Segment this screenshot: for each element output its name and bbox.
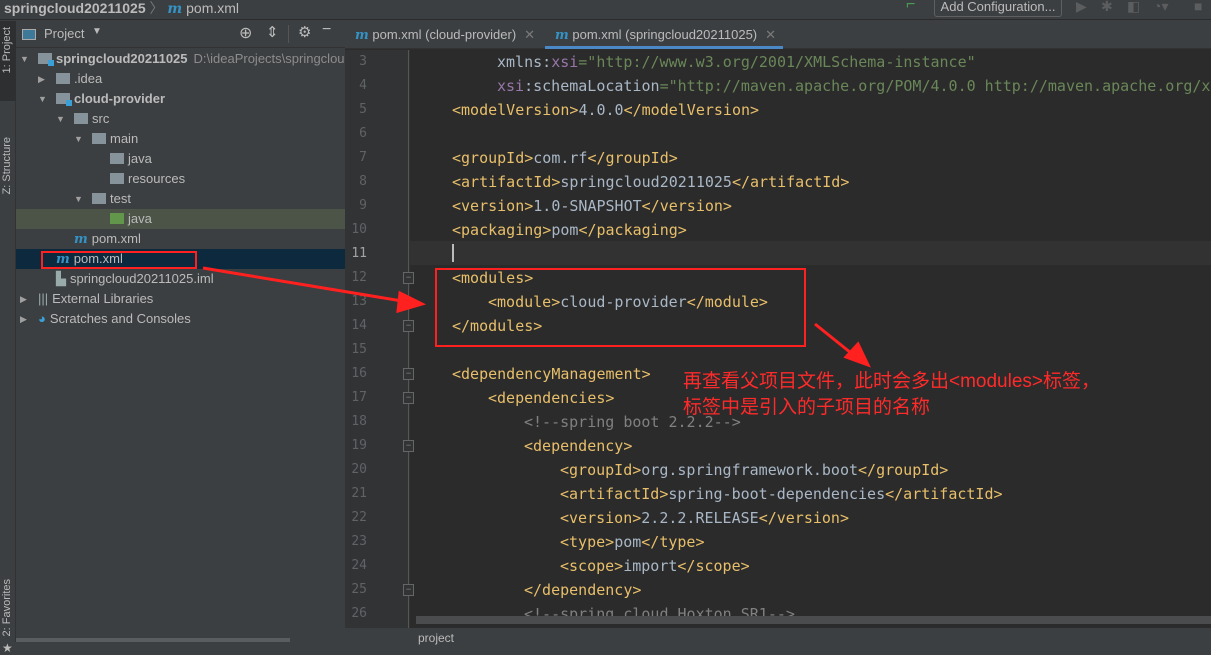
annotation-note-line1: 再查看父项目文件，此时会多出<modules>标签，: [683, 371, 1101, 392]
annotation-note-line2: 标签中是引入的子项目的名称: [683, 397, 931, 418]
annotation-arrows: [202, 266, 871, 368]
arrow-icon: [202, 266, 871, 368]
star-icon: ★: [2, 641, 13, 655]
